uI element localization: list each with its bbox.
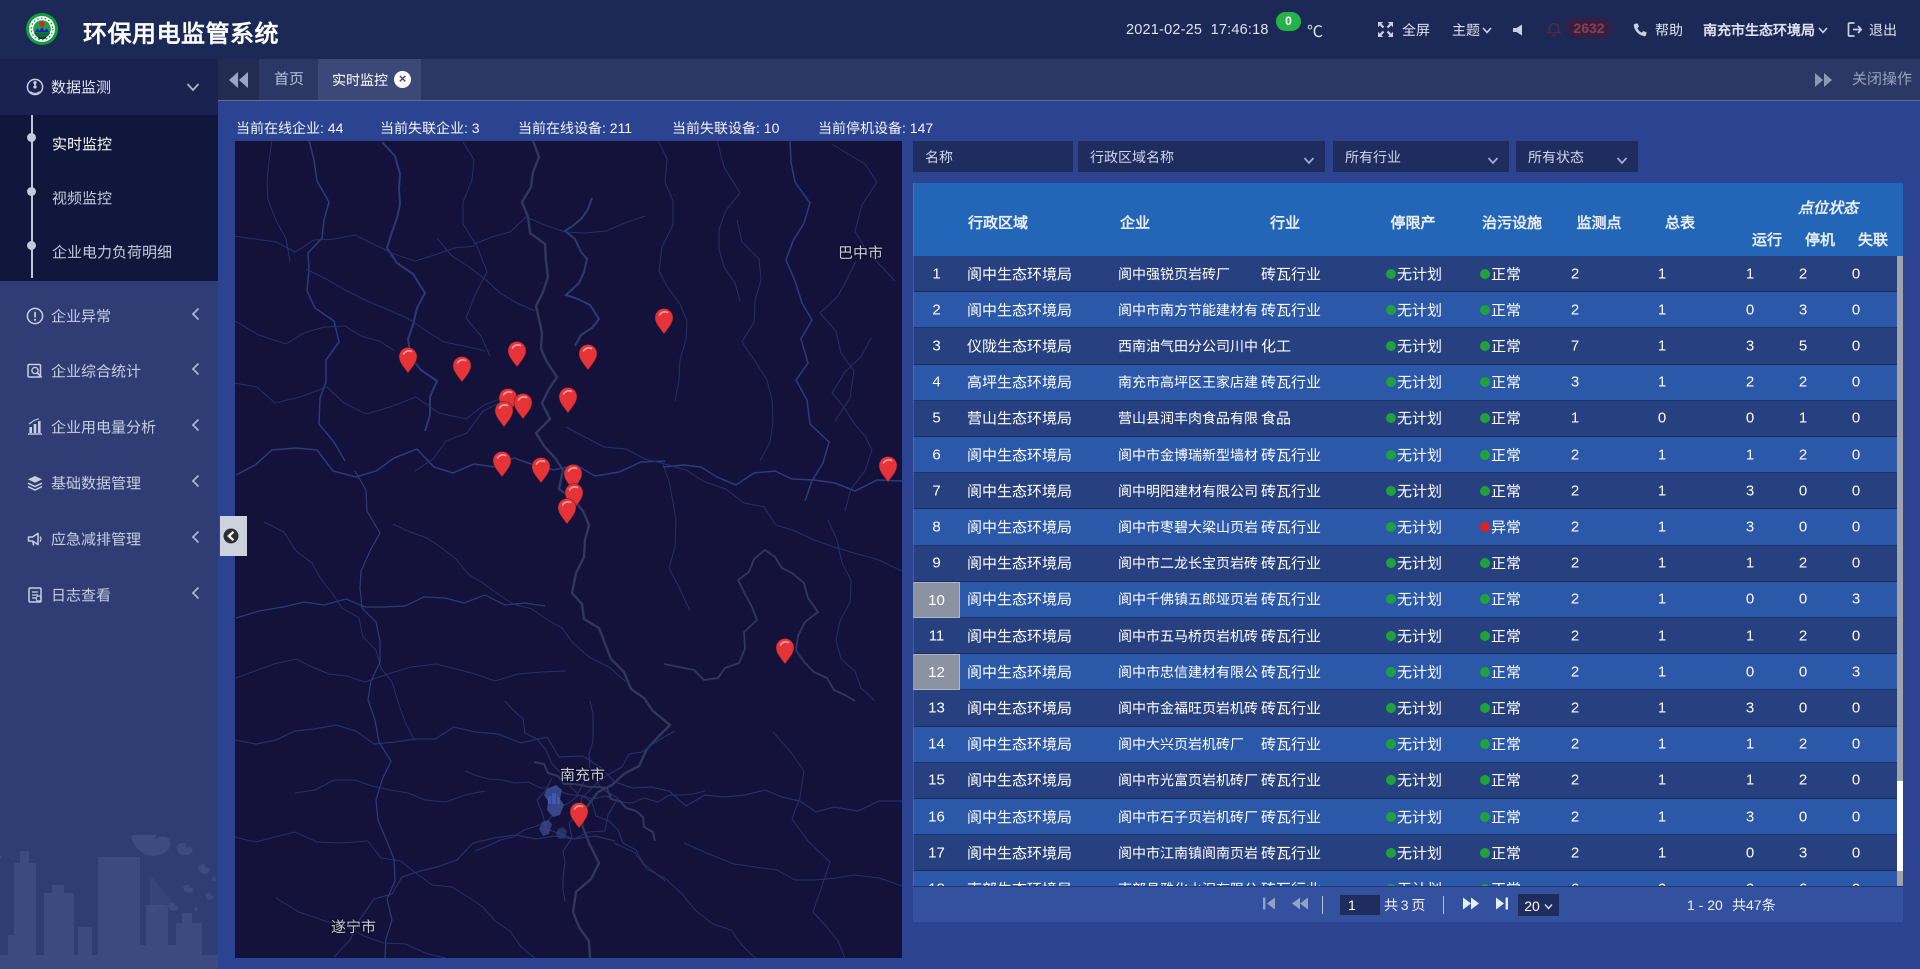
svg-text:南充市: 南充市: [560, 767, 605, 784]
svg-text:遂宁市: 遂宁市: [331, 919, 376, 936]
svg-text:巴中市: 巴中市: [838, 245, 883, 262]
